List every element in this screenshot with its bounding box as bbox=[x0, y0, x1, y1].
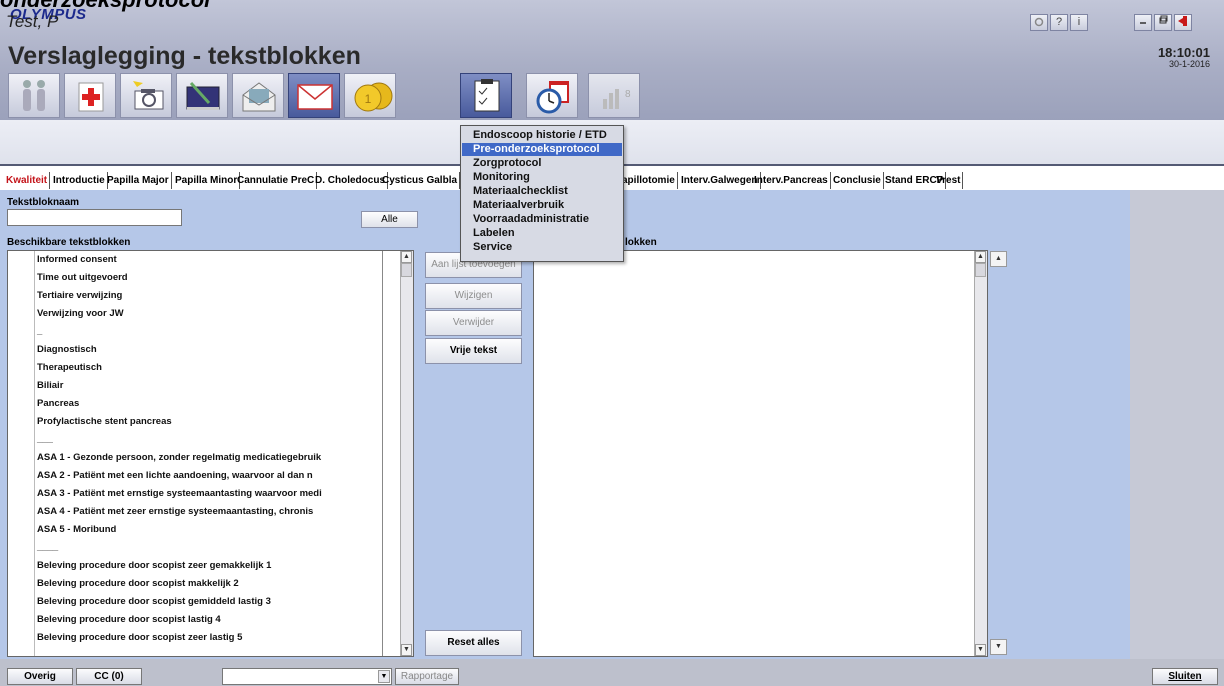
list-item[interactable]: Informed consent bbox=[8, 251, 402, 269]
restore-icon[interactable] bbox=[1154, 14, 1172, 31]
list-item[interactable]: ASA 2 - Patiënt met een lichte aandoenin… bbox=[8, 467, 402, 485]
clock-time: 18:10:01 bbox=[1157, 45, 1210, 60]
selected-list-scrollbar[interactable]: ▲ ▼ bbox=[974, 251, 987, 656]
tab-kwaliteit[interactable]: Kwaliteit bbox=[4, 172, 51, 189]
menu-item-pre-examination-protocol[interactable]: Pre-onderzoeksprotocol bbox=[462, 143, 622, 156]
edit-button[interactable]: Wijzigen bbox=[425, 283, 522, 309]
tab-papilla-minor[interactable]: Papilla Minor bbox=[173, 172, 241, 189]
selected-text-blocks-list[interactable]: ▲ ▼ bbox=[533, 250, 988, 657]
help-button[interactable]: ? bbox=[1050, 14, 1068, 31]
scroll-up-icon[interactable]: ▲ bbox=[401, 251, 412, 263]
envelope-icon[interactable] bbox=[288, 73, 340, 118]
list-item[interactable]: ASA 1 - Gezonde persoon, zonder regelmat… bbox=[8, 449, 402, 467]
scroll-up-icon[interactable]: ▲ bbox=[975, 251, 986, 263]
list-item[interactable]: Beleving procedure door scopist gemiddel… bbox=[8, 593, 402, 611]
tab-cannulatie-prec[interactable]: Cannulatie PreC bbox=[235, 172, 318, 189]
menu-item-labels[interactable]: Labelen bbox=[462, 227, 622, 240]
patient-name: Test, P bbox=[6, 12, 59, 31]
tab-vrest[interactable]: Vrest bbox=[934, 172, 964, 189]
list-item[interactable]: Beleving procedure door scopist lastig 4 bbox=[8, 611, 402, 629]
scroll-down-icon[interactable]: ▼ bbox=[401, 644, 412, 656]
menu-item-endoscope-history[interactable]: Endoscoop historie / ETD bbox=[462, 129, 622, 142]
list-item[interactable]: Beleving procedure door scopist zeer gem… bbox=[8, 557, 402, 575]
free-text-button[interactable]: Vrije tekst bbox=[425, 338, 522, 364]
reset-all-button[interactable]: Reset alles bbox=[425, 630, 522, 656]
list-item[interactable]: ASA 4 - Patiënt met zeer ernstige systee… bbox=[8, 503, 402, 521]
list-item[interactable]: Beleving procedure door scopist makkelij… bbox=[8, 575, 402, 593]
available-list-scrollbar[interactable]: ▲ ▼ bbox=[400, 251, 413, 656]
available-label: Beschikbare tekstblokken bbox=[7, 237, 131, 248]
clock-date: 30-1-2016 bbox=[1168, 59, 1210, 69]
video-icon[interactable] bbox=[176, 73, 228, 118]
list-item[interactable]: Profylactische stent pancreas bbox=[8, 413, 402, 431]
protocol-dropdown-menu: Endoscoop historie / ETD Pre-onderzoeksp… bbox=[460, 125, 624, 262]
list-item[interactable]: _____ bbox=[8, 647, 402, 656]
camera-icon[interactable] bbox=[120, 73, 172, 118]
name-label: Tekstbloknaam bbox=[7, 197, 80, 208]
menu-item-care-protocol[interactable]: Zorgprotocol bbox=[462, 157, 622, 170]
tab-interv-pancreas[interactable]: Interv.Pancreas bbox=[752, 172, 831, 189]
list-item[interactable]: ASA 5 - Moribund bbox=[8, 521, 402, 539]
list-item[interactable]: ASA 3 - Patiënt met ernstige systeemaant… bbox=[8, 485, 402, 503]
close-button[interactable]: Sluiten bbox=[1152, 668, 1218, 685]
menu-item-material-usage[interactable]: Materiaalverbruik bbox=[462, 199, 622, 212]
tab-papillotomie[interactable]: apillotomie bbox=[620, 172, 678, 189]
tab-d-choledocus[interactable]: D. Choledocus bbox=[313, 172, 389, 189]
move-up-icon[interactable]: ▲ bbox=[990, 251, 1007, 267]
page-title: Verslaglegging - tekstblokken bbox=[8, 42, 361, 70]
chevron-down-icon[interactable]: ▼ bbox=[378, 670, 390, 683]
tab-conclusie[interactable]: Conclusie bbox=[831, 172, 884, 189]
minimize-icon[interactable] bbox=[1134, 14, 1152, 31]
list-item[interactable]: ___ bbox=[8, 431, 402, 449]
list-item[interactable]: Time out uitgevoerd bbox=[8, 269, 402, 287]
list-item[interactable]: Therapeutisch bbox=[8, 359, 402, 377]
selected-label: lokken bbox=[625, 237, 657, 248]
info-button[interactable]: i bbox=[1070, 14, 1088, 31]
scroll-thumb[interactable] bbox=[975, 263, 986, 277]
bottom-bar bbox=[0, 659, 1224, 686]
menu-item-service[interactable]: Service bbox=[462, 241, 622, 254]
scroll-thumb[interactable] bbox=[401, 263, 412, 277]
statistics-icon: 8 bbox=[588, 73, 640, 118]
move-down-icon[interactable]: ▼ bbox=[990, 639, 1007, 655]
cc-button[interactable]: CC (0) bbox=[76, 668, 142, 685]
delete-button[interactable]: Verwijder bbox=[425, 310, 522, 336]
available-text-blocks-list[interactable]: Informed consent Time out uitgevoerd Ter… bbox=[7, 250, 414, 657]
patients-icon[interactable] bbox=[8, 73, 60, 118]
list-item[interactable]: Pancreas bbox=[8, 395, 402, 413]
clipboard-icon[interactable] bbox=[460, 73, 512, 118]
exit-icon[interactable] bbox=[1174, 14, 1192, 31]
svg-text:8: 8 bbox=[625, 89, 631, 100]
report-type-select[interactable]: ▼ bbox=[222, 668, 392, 685]
settings-icon[interactable] bbox=[1030, 14, 1048, 31]
list-item[interactable]: Biliair bbox=[8, 377, 402, 395]
tab-cysticus-galbla[interactable]: Cysticus Galbla bbox=[380, 172, 461, 189]
menu-item-material-checklist[interactable]: Materiaalchecklist bbox=[462, 185, 622, 198]
list-item[interactable]: ____ bbox=[8, 539, 402, 557]
text-block-name-input[interactable] bbox=[7, 209, 182, 226]
list-item[interactable]: Verwijzing voor JW bbox=[8, 305, 402, 323]
list-item[interactable]: Diagnostisch bbox=[8, 341, 402, 359]
image-envelope-icon[interactable] bbox=[232, 73, 284, 118]
scroll-down-icon[interactable]: ▼ bbox=[975, 644, 986, 656]
list-item[interactable]: _ bbox=[8, 323, 402, 341]
svg-text:1: 1 bbox=[365, 92, 372, 106]
overig-button[interactable]: Overig bbox=[7, 668, 73, 685]
right-sidebar bbox=[1130, 190, 1224, 660]
list-item[interactable]: Beleving procedure door scopist zeer las… bbox=[8, 629, 402, 647]
calendar-clock-icon[interactable] bbox=[526, 73, 578, 118]
rapportage-button[interactable]: Rapportage bbox=[395, 668, 459, 685]
tab-papilla-major[interactable]: Papilla Major bbox=[105, 172, 172, 189]
all-button[interactable]: Alle bbox=[361, 211, 418, 228]
menu-item-stock-administration[interactable]: Voorraadadministratie bbox=[462, 213, 622, 226]
medical-kit-icon[interactable] bbox=[64, 73, 116, 118]
coins-icon[interactable]: 1 bbox=[344, 73, 396, 118]
menu-item-monitoring[interactable]: Monitoring bbox=[462, 171, 622, 184]
tab-introductie[interactable]: Introductie bbox=[51, 172, 108, 189]
tab-interv-galwegen[interactable]: Interv.Galwegen bbox=[679, 172, 761, 189]
list-item[interactable]: Tertiaire verwijzing bbox=[8, 287, 402, 305]
